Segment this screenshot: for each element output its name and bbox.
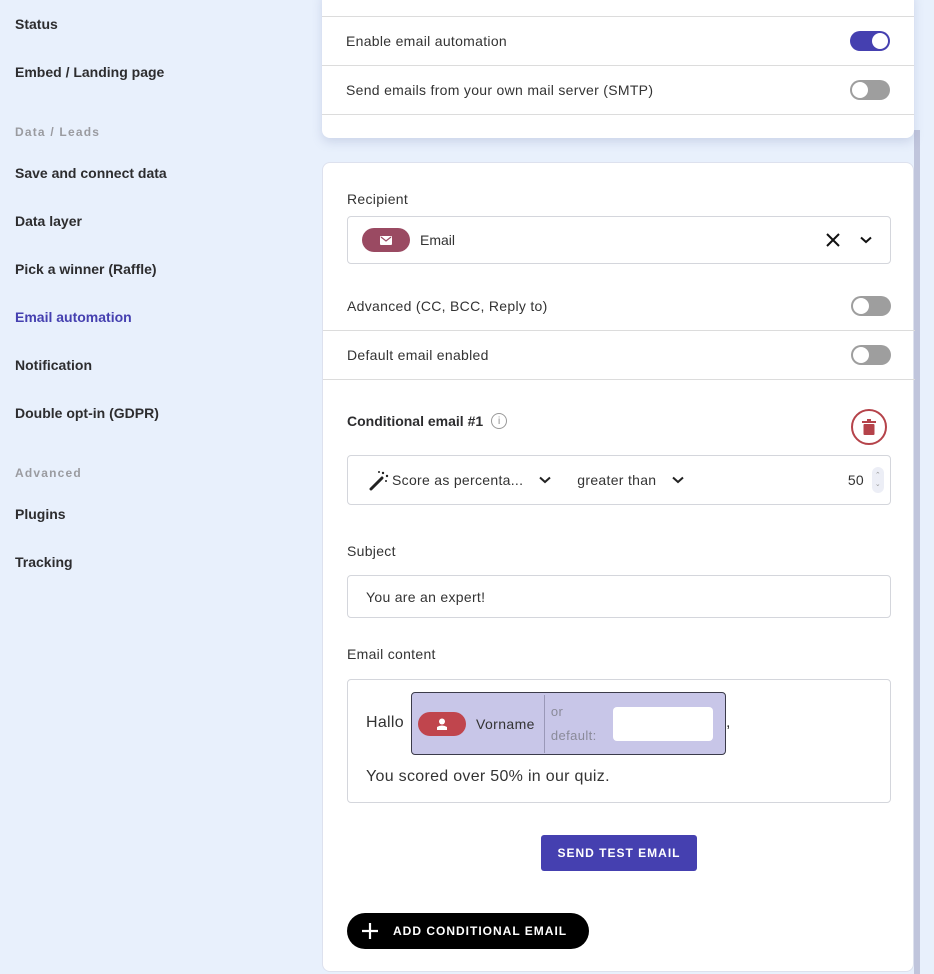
- sidebar: Status Embed / Landing page Data / Leads…: [0, 0, 320, 974]
- sidebar-item-status[interactable]: Status: [15, 16, 58, 32]
- sidebar-item-email-automation[interactable]: Email automation: [15, 309, 132, 325]
- plus-icon: [361, 922, 379, 940]
- content-body: You scored over 50% in our quiz.: [366, 768, 610, 785]
- variable-divider: [543, 694, 545, 753]
- subject-input[interactable]: You are an expert!: [347, 575, 891, 618]
- envelope-icon: [362, 228, 410, 252]
- recipient-label: Recipient: [347, 191, 409, 207]
- card-divider: [322, 114, 914, 138]
- chevron-down-icon[interactable]: [539, 476, 551, 484]
- recipient-select[interactable]: Email: [347, 216, 891, 264]
- clear-icon[interactable]: [826, 233, 840, 247]
- content-greeting: Hallo: [366, 714, 404, 731]
- enable-email-automation-toggle[interactable]: [850, 31, 890, 51]
- smtp-label: Send emails from your own mail server (S…: [346, 82, 654, 98]
- sidebar-item-pick-a-winner[interactable]: Pick a winner (Raffle): [15, 261, 157, 277]
- condition-value-input[interactable]: 50 ⌃ ⌄: [848, 456, 890, 504]
- sidebar-item-notification[interactable]: Notification: [15, 357, 92, 373]
- trash-icon: [862, 419, 876, 435]
- sidebar-item-tracking[interactable]: Tracking: [15, 554, 73, 570]
- condition-value[interactable]: 50: [848, 472, 864, 488]
- chevron-down-icon[interactable]: [672, 476, 685, 484]
- sidebar-item-double-opt-in[interactable]: Double opt-in (GDPR): [15, 405, 159, 421]
- info-icon[interactable]: i: [491, 413, 508, 429]
- scrollbar[interactable]: [914, 130, 920, 974]
- default-email-row: Default email enabled: [323, 330, 915, 379]
- chevron-down-icon[interactable]: [860, 236, 872, 244]
- content-comma: ,: [726, 714, 731, 731]
- add-conditional-email-button[interactable]: ADD CONDITIONAL EMAIL: [347, 913, 589, 949]
- sidebar-section-data-leads: Data / Leads: [15, 125, 101, 139]
- default-email-label: Default email enabled: [347, 347, 489, 363]
- sidebar-item-save-and-connect-data[interactable]: Save and connect data: [15, 165, 167, 181]
- sidebar-item-plugins[interactable]: Plugins: [15, 506, 66, 522]
- variable-placeholder[interactable]: Vorname or default:: [411, 692, 726, 755]
- subject-label: Subject: [347, 543, 396, 559]
- advanced-toggle[interactable]: [851, 295, 891, 316]
- advanced-row: Advanced (CC, BCC, Reply to): [323, 281, 915, 330]
- condition-operator-select[interactable]: greater than: [577, 472, 656, 488]
- enable-email-automation-row: Enable email automation: [322, 16, 914, 65]
- user-icon: [418, 711, 466, 736]
- sidebar-item-data-layer[interactable]: Data layer: [15, 213, 82, 229]
- send-test-email-button[interactable]: SEND TEST EMAIL: [541, 835, 697, 871]
- variable-name: Vorname: [476, 715, 535, 732]
- variable-default-input[interactable]: [612, 706, 713, 741]
- email-settings-card: Enable email automation Send emails from…: [322, 0, 914, 138]
- add-conditional-email-label: ADD CONDITIONAL EMAIL: [393, 924, 568, 938]
- default-email-toggle[interactable]: [851, 345, 891, 365]
- section-divider: [323, 379, 915, 380]
- variable-default-label: or default:: [550, 703, 597, 743]
- magic-wand-icon: [368, 469, 390, 491]
- recipient-value: Email: [420, 232, 456, 248]
- smtp-row: Send emails from your own mail server (S…: [322, 65, 914, 114]
- email-config-card: Recipient Email Advanced (CC, BCC, Reply…: [322, 162, 915, 972]
- smtp-toggle[interactable]: [850, 80, 890, 100]
- condition-row: Score as percenta... greater than 50 ⌃ ⌄: [347, 455, 891, 505]
- sidebar-section-advanced: Advanced: [15, 466, 82, 480]
- email-content-label: Email content: [347, 646, 436, 662]
- conditional-email-title-text: Conditional email #1: [347, 413, 484, 429]
- email-content-editor[interactable]: Hallo Vorname or default: , You scored o…: [347, 679, 891, 803]
- conditional-email-title: Conditional email #1 i: [347, 413, 508, 429]
- enable-email-automation-label: Enable email automation: [346, 33, 507, 49]
- advanced-label: Advanced (CC, BCC, Reply to): [347, 297, 548, 314]
- sidebar-item-embed-landing-page[interactable]: Embed / Landing page: [15, 64, 164, 80]
- number-spinner[interactable]: ⌃ ⌄: [872, 467, 884, 493]
- condition-field-select[interactable]: Score as percenta...: [392, 472, 523, 488]
- delete-conditional-button[interactable]: [851, 409, 887, 445]
